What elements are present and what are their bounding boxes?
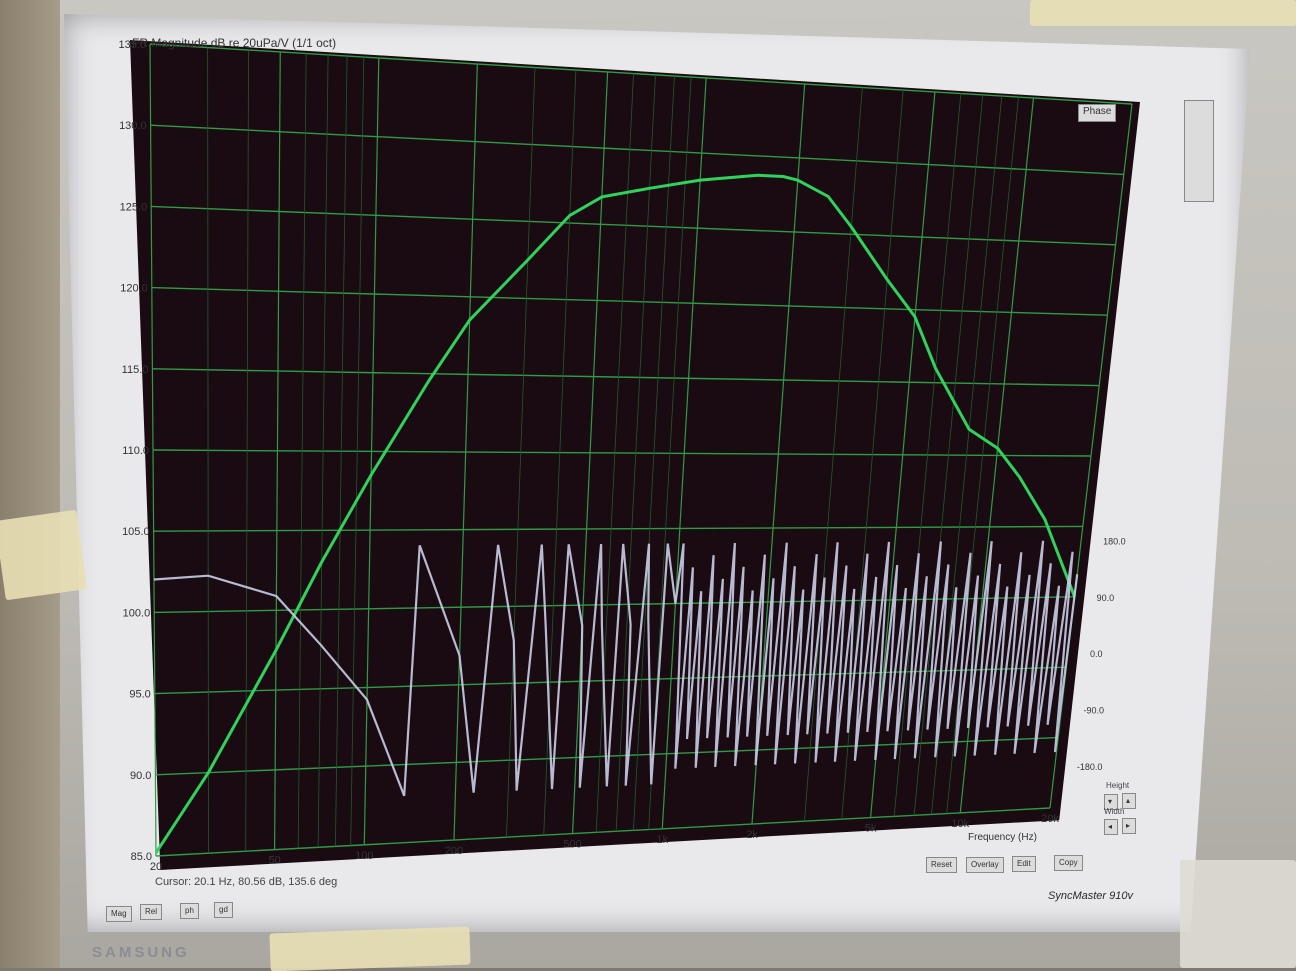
cursor-readout: Cursor: 20.1 Hz, 80.56 dB, 135.6 deg [155,876,338,888]
x-tick-label: 5k [865,823,877,835]
series-layer [153,173,1079,854]
monitor-brand: SAMSUNG [92,944,190,961]
y-tick-label: 115.0 [122,364,149,376]
monitor-model: SyncMaster 910v [1048,890,1133,902]
chart-title: FR Magnitude dB re 20uPa/V (1/1 oct) [132,36,337,50]
y-tick-label: 90.0 [130,770,151,782]
x-tick-label: 1k [656,834,668,846]
y-tick-label: 85.0 [131,851,152,863]
grid-layer [149,43,1133,857]
width-label: Width [1104,807,1125,816]
y-tick-label: 125.0 [120,201,148,213]
tab-mag[interactable]: Mag [106,906,132,922]
x-tick-label: 50 [268,855,280,867]
x-tick-label: 10k [951,818,969,830]
x-tick-label: 200 [445,845,463,857]
tab-rel[interactable]: Rel [140,904,163,920]
y2-tick-label: -180.0 [1077,762,1103,772]
sticky-note-bottom [269,926,471,971]
h-gridline [152,368,1100,387]
y2-tick-label: 0.0 [1090,649,1103,659]
sticky-note-left [0,509,88,601]
tab-ph[interactable]: ph [180,903,199,919]
phase-button[interactable]: Phase [1078,104,1117,122]
y-tick-label: 110.0 [122,445,149,457]
y2-tick-label: -90.0 [1083,705,1104,715]
toolbar-panel[interactable] [1184,100,1214,202]
height-label: Height [1106,781,1130,790]
x-tick-label: 20k [1041,813,1059,825]
h-gridline [155,807,1051,857]
h-gridline [153,525,1083,532]
h-gridline [151,205,1116,246]
chart-svg: 85.0 90.0 95.0 100.0 105.0 110.0 115.0 120.0 125… [118,39,1133,873]
desk-object [1180,860,1296,968]
x-tick-label: 500 [563,839,581,851]
y-tick-label: 130.0 [119,120,147,132]
x-tick-label: 20 [150,861,162,873]
x-tick-label: 100 [355,850,373,862]
x-axis-label: Frequency (Hz) [968,832,1037,843]
y2-tick-label: 180.0 [1103,536,1126,546]
y-tick-label: 100.0 [123,607,151,619]
width-up-button[interactable]: ▸ [1122,818,1136,834]
width-down-button[interactable]: ◂ [1104,819,1118,835]
y-tick-label: 120.0 [120,283,148,295]
v-minor-gridline [207,47,209,854]
x-tick-label: 2k [746,829,758,841]
copy-button[interactable]: Copy [1054,855,1083,871]
y2-tick-label: 90.0 [1097,593,1115,603]
h-gridline [152,449,1092,457]
edit-button[interactable]: Edit [1012,856,1036,872]
h-gridline [149,43,1133,105]
overlay-button[interactable]: Overlay [966,857,1004,873]
phase-line [153,540,1079,797]
reset-button[interactable]: Reset [926,857,957,873]
y-tick-label: 95.0 [129,689,150,701]
sticky-note-top [1030,0,1296,26]
tab-gd[interactable]: gd [214,902,233,918]
y-tick-label: 105.0 [122,526,150,538]
